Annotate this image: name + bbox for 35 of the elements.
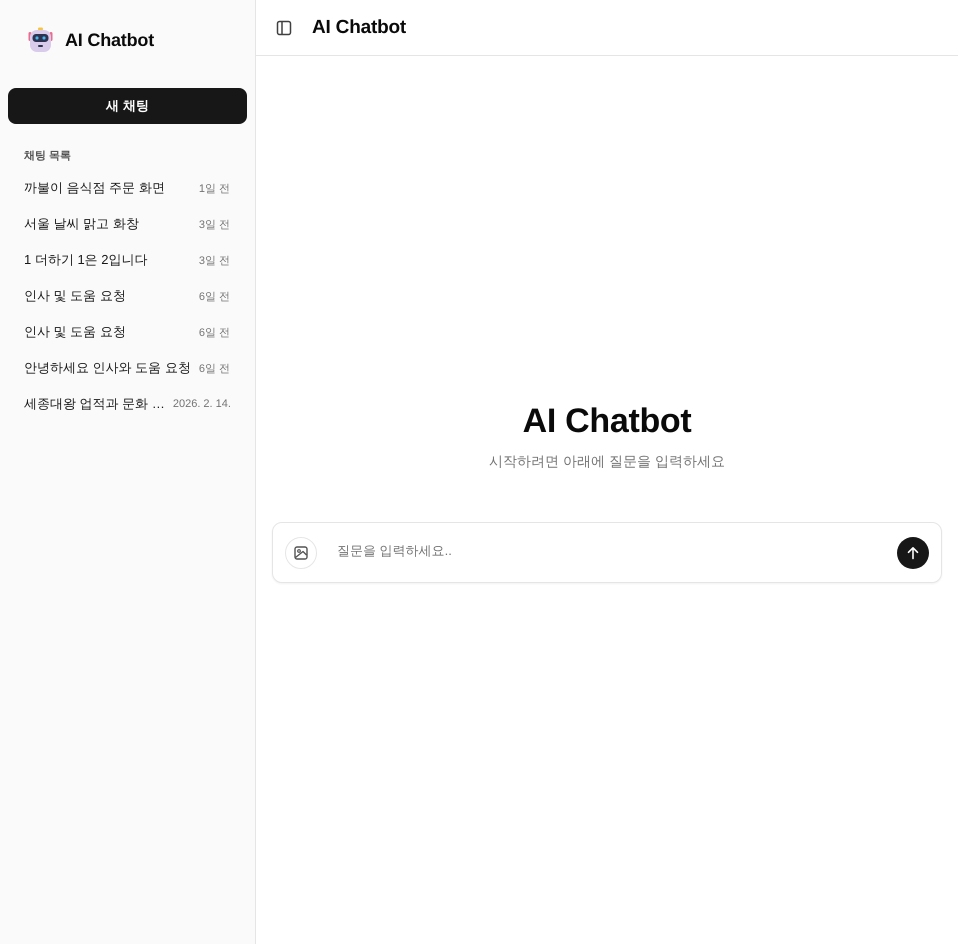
chat-list-item[interactable]: 1 더하기 1은 2입니다 3일 전	[8, 242, 247, 278]
chat-time: 1일 전	[198, 182, 230, 196]
chat-title: 서울 날씨 맑고 화창	[24, 215, 139, 233]
chat-list-item[interactable]: 까불이 음식점 주문 화면 1일 전	[8, 170, 247, 206]
chat-time: 6일 전	[198, 290, 230, 304]
chat-time: 6일 전	[198, 326, 230, 340]
section-label: 채팅 목록	[24, 149, 72, 163]
chat-time: 3일 전	[198, 254, 230, 268]
chat-title: 인사 및 도움 요청	[24, 287, 126, 305]
chat-title: 안녕하세요 인사와 도움 요청	[24, 359, 191, 377]
composer-field[interactable]: 질문을 입력하세요..	[272, 522, 942, 583]
sidebar-toggle-icon[interactable]	[276, 20, 292, 36]
send-button[interactable]	[897, 536, 929, 568]
app-title: AI Chatbot	[65, 30, 154, 50]
chat-time: 3일 전	[198, 218, 230, 232]
chat-list-item[interactable]: 세종대왕 업적과 문화 … 2026. 2. 14.	[8, 386, 247, 422]
chat-title: 세종대왕 업적과 문화 …	[24, 395, 165, 413]
welcome-title: AI Chatbot	[522, 401, 692, 442]
new-chat-button[interactable]: 새 채팅	[8, 88, 247, 124]
chat-list-item[interactable]: 인사 및 도움 요청 6일 전	[8, 278, 247, 314]
image-icon	[293, 544, 309, 560]
message-input[interactable]: 질문을 입력하세요..	[329, 538, 885, 562]
chat-list-item[interactable]: 안녕하세요 인사와 도움 요청 6일 전	[8, 350, 247, 386]
chat-list-item[interactable]: 인사 및 도움 요청 6일 전	[8, 314, 247, 350]
chat-time: 2026. 2. 14.	[172, 398, 231, 410]
welcome-subtitle: 시작하려면 아래에 질문을 입력하세요	[489, 452, 725, 471]
chat-title: 까불이 음식점 주문 화면	[24, 179, 165, 197]
arrow-up-icon	[906, 546, 920, 560]
image-upload-button[interactable]	[285, 536, 317, 568]
chat-title: 인사 및 도움 요청	[24, 323, 126, 341]
chat-list-item[interactable]: 서울 날씨 맑고 화창 3일 전	[8, 206, 247, 242]
chat-time: 6일 전	[198, 362, 230, 376]
robot-logo-icon	[28, 27, 53, 53]
page-title: AI Chatbot	[312, 16, 406, 38]
chat-title: 1 더하기 1은 2입니다	[24, 251, 148, 269]
